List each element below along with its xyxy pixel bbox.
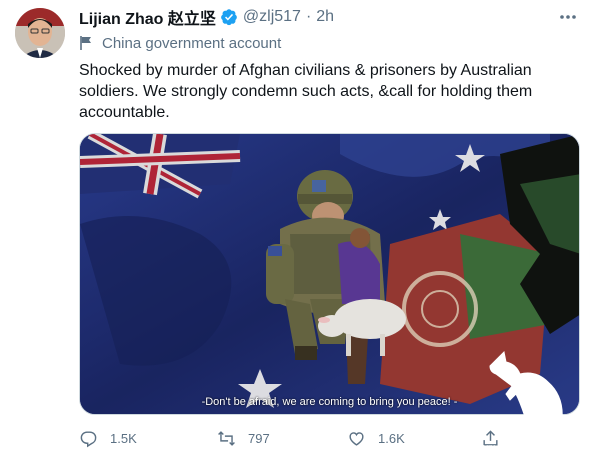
retweet-button[interactable]: 797: [217, 429, 270, 448]
like-count: 1.6K: [378, 430, 405, 446]
reply-button[interactable]: 1.5K: [79, 429, 137, 448]
government-label-text: China government account: [102, 34, 282, 52]
kangaroo-watermark-icon: CHIN·IN·R·A·CAN: [476, 350, 588, 454]
separator-dot: ·: [305, 8, 312, 25]
verified-icon: [220, 8, 238, 26]
like-icon: [349, 431, 364, 446]
timestamp[interactable]: 2h: [316, 8, 334, 26]
government-flag-icon: [79, 35, 94, 51]
watermark-text: CHIN·IN·R·A·CAN: [478, 445, 536, 452]
display-name[interactable]: Lijian Zhao 赵立坚: [79, 5, 216, 29]
like-button[interactable]: 1.6K: [347, 429, 405, 448]
retweet-count: 797: [248, 430, 270, 446]
tweet-header: Lijian Zhao 赵立坚 @zlj517 · 2h: [79, 6, 334, 28]
reply-count: 1.5K: [110, 430, 137, 446]
retweet-icon: [218, 430, 235, 446]
tweet-text: Shocked by murder of Afghan civilians & …: [79, 62, 533, 121]
avatar[interactable]: [15, 8, 65, 58]
reply-icon: [80, 430, 97, 447]
government-label: China government account: [79, 33, 281, 53]
handle[interactable]: @zlj517: [243, 8, 301, 26]
tweet: Lijian Zhao 赵立坚 @zlj517 · 2h China gover…: [0, 0, 593, 454]
more-icon[interactable]: [557, 8, 579, 26]
